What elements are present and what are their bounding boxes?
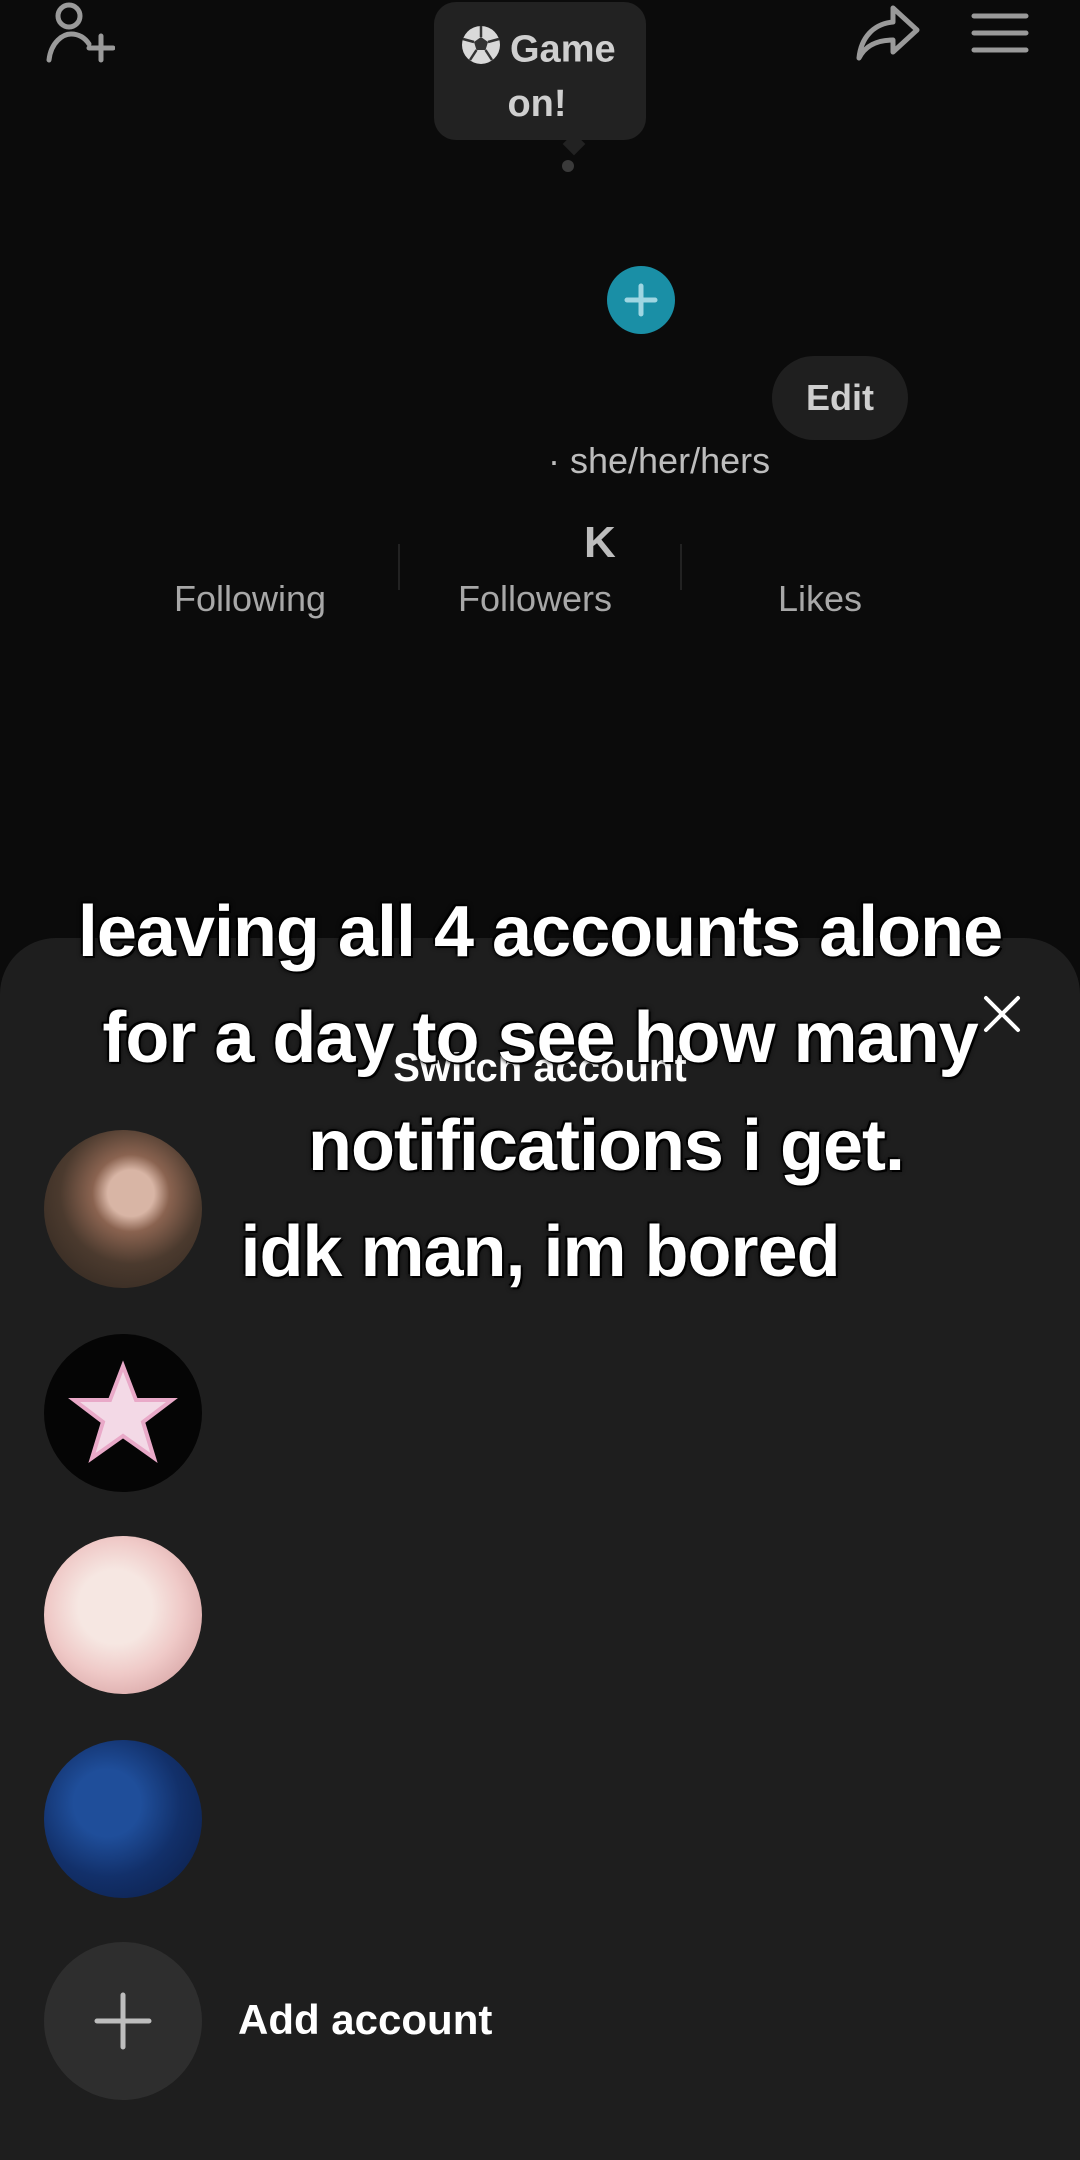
avatar-add-button[interactable] — [607, 266, 675, 334]
profile-background: Game on! Edit · she/her/hers K Following… — [0, 0, 1080, 1000]
status-bubble[interactable]: Game on! — [434, 2, 646, 140]
bubble-tail-dot — [562, 160, 574, 172]
account-avatar-2[interactable] — [44, 1334, 202, 1492]
account-avatar-3[interactable] — [44, 1536, 202, 1694]
stat-divider — [398, 544, 400, 590]
share-button[interactable] — [848, 0, 928, 66]
account-avatar-4[interactable] — [44, 1740, 202, 1898]
caption-line-4: idk man, im bored — [240, 1212, 840, 1292]
status-line-2: on! — [507, 83, 567, 125]
stat-divider — [680, 544, 682, 590]
edit-profile-button[interactable]: Edit — [772, 356, 908, 440]
add-friend-button[interactable] — [40, 0, 120, 66]
followers-label[interactable]: Followers — [458, 578, 612, 620]
pronouns-text: · she/her/hers — [548, 440, 771, 481]
caption-line-3: notifications i get. — [307, 1106, 905, 1186]
add-account-label[interactable]: Add account — [238, 1996, 492, 2044]
likes-label[interactable]: Likes — [778, 578, 862, 620]
add-account-button[interactable] — [44, 1942, 202, 2100]
followers-count: K — [584, 518, 616, 567]
status-line-1: Game — [510, 28, 616, 71]
menu-button[interactable] — [960, 0, 1040, 66]
following-label[interactable]: Following — [174, 578, 326, 620]
plus-icon — [624, 283, 658, 317]
caption-line-1: leaving all 4 accounts alone — [77, 892, 1003, 972]
star-icon — [68, 1360, 178, 1464]
share-icon — [856, 5, 920, 61]
add-friend-icon — [46, 2, 115, 63]
hamburger-menu-icon — [971, 13, 1029, 53]
plus-icon — [94, 1992, 152, 2050]
soccer-ball-icon — [460, 24, 502, 79]
caption-line-2: for a day to see how many — [102, 998, 978, 1078]
